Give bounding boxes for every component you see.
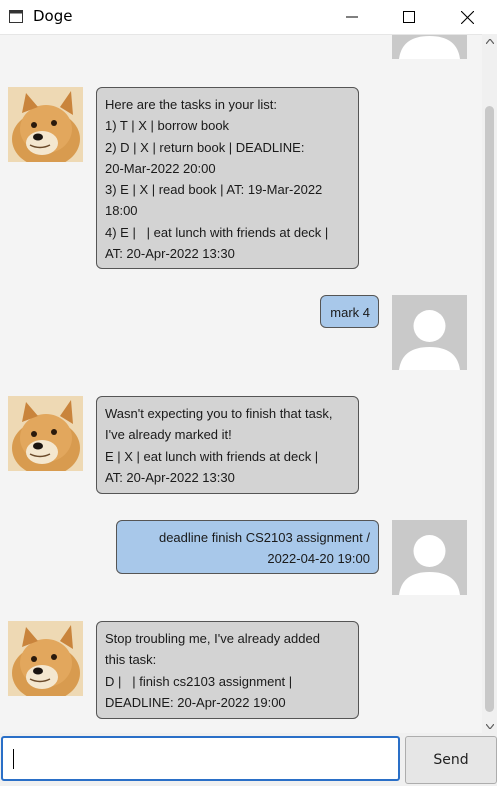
app-icon: [9, 10, 23, 23]
chevron-down-icon: [485, 723, 494, 729]
doge-message: Here are the tasks in your list: 1) T | …: [96, 87, 359, 269]
maximize-button[interactable]: [386, 0, 432, 34]
window-title: Doge: [33, 7, 73, 25]
minimize-icon: [346, 16, 358, 18]
send-button[interactable]: Send: [405, 736, 497, 784]
message-input[interactable]: [1, 736, 400, 781]
doge-avatar: [8, 621, 83, 696]
user-avatar: [392, 295, 467, 370]
user-message: mark 4: [320, 295, 379, 328]
user-avatar: [392, 520, 467, 595]
chevron-up-icon: [485, 38, 494, 44]
text-caret: [13, 749, 14, 769]
vertical-scrollbar[interactable]: [482, 34, 497, 733]
title-bar: Doge: [0, 0, 497, 34]
doge-message: Wasn't expecting you to finish that task…: [96, 396, 359, 494]
chat-dialog-pane[interactable]: Here are the tasks in your list: 1) T | …: [0, 34, 482, 734]
input-area: Send: [0, 733, 497, 786]
scroll-up-button[interactable]: [482, 34, 497, 48]
minimize-button[interactable]: [329, 0, 375, 34]
maximize-icon: [403, 11, 415, 23]
doge-avatar: [8, 396, 83, 471]
scroll-down-button[interactable]: [482, 719, 497, 733]
doge-avatar: [8, 87, 83, 162]
scroll-thumb[interactable]: [485, 106, 494, 712]
doge-message: Stop troubling me, I've already added th…: [96, 621, 359, 719]
user-avatar: [392, 35, 467, 59]
close-icon: [460, 10, 474, 24]
user-message: deadline finish CS2103 assignment / 2022…: [116, 520, 379, 574]
close-button[interactable]: [444, 0, 490, 34]
